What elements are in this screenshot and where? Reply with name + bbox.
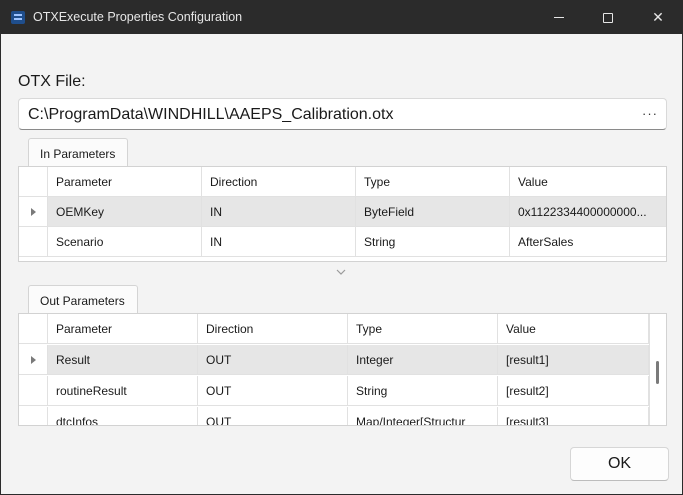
otx-file-path: C:\ProgramData\WINDHILL\AAEPS_Calibratio… — [28, 106, 394, 123]
scrollbar-thumb[interactable] — [656, 361, 659, 384]
app-icon — [11, 11, 25, 24]
out-parameters-grid: Parameter Direction Type Value Result OU… — [18, 313, 667, 426]
cell-type[interactable]: Integer — [348, 345, 498, 375]
grid-header-row: Parameter Direction Type Value — [19, 314, 649, 344]
column-header-direction[interactable]: Direction — [202, 167, 356, 197]
cell-direction[interactable]: IN — [202, 227, 356, 257]
maximize-button[interactable] — [585, 1, 631, 34]
row-header-corner — [19, 314, 48, 344]
properties-dialog: OTXExecute Properties Configuration ✕ OT… — [0, 0, 683, 495]
cell-value[interactable]: AfterSales — [510, 227, 666, 257]
otx-file-label: OTX File: — [18, 73, 86, 90]
cell-direction[interactable]: OUT — [198, 407, 348, 425]
cell-type[interactable]: String — [348, 376, 498, 406]
ok-button[interactable]: OK — [570, 447, 669, 481]
row-indicator[interactable] — [19, 407, 48, 425]
window-title: OTXExecute Properties Configuration — [33, 10, 243, 24]
cell-parameter[interactable]: dtcInfos — [48, 407, 198, 425]
row-indicator[interactable] — [19, 376, 48, 406]
current-row-icon — [30, 207, 36, 216]
table-row[interactable]: dtcInfos OUT Map/Integer[Structur [resul… — [19, 407, 649, 425]
table-row[interactable]: Result OUT Integer [result1] — [19, 345, 649, 375]
close-icon: ✕ — [652, 9, 664, 25]
cell-direction[interactable]: OUT — [198, 345, 348, 375]
column-header-type[interactable]: Type — [348, 314, 498, 344]
cell-parameter[interactable]: Scenario — [48, 227, 202, 257]
cell-value[interactable]: [result1] — [498, 345, 649, 375]
grid-header-row: Parameter Direction Type Value — [19, 167, 666, 197]
browse-ellipsis-icon[interactable]: ··· — [642, 106, 658, 121]
cell-direction[interactable]: IN — [202, 197, 356, 227]
cell-type[interactable]: Map/Integer[Structur — [348, 407, 498, 425]
column-header-type[interactable]: Type — [356, 167, 510, 197]
close-button[interactable]: ✕ — [635, 1, 681, 34]
column-header-value[interactable]: Value — [498, 314, 649, 344]
minimize-icon — [554, 17, 564, 18]
column-header-value[interactable]: Value — [510, 167, 666, 197]
tab-in-parameters[interactable]: In Parameters — [28, 138, 128, 167]
vertical-scrollbar[interactable] — [649, 314, 666, 425]
otx-file-field[interactable]: C:\ProgramData\WINDHILL\AAEPS_Calibratio… — [18, 98, 667, 130]
row-indicator[interactable] — [19, 197, 48, 227]
tab-out-parameters[interactable]: Out Parameters — [28, 285, 138, 314]
row-header-corner — [19, 167, 48, 197]
column-header-direction[interactable]: Direction — [198, 314, 348, 344]
column-header-parameter[interactable]: Parameter — [48, 167, 202, 197]
row-indicator[interactable] — [19, 345, 48, 375]
cell-value[interactable]: [result3] — [498, 407, 649, 425]
column-header-parameter[interactable]: Parameter — [48, 314, 198, 344]
minimize-button[interactable] — [536, 1, 582, 34]
chevron-down-icon[interactable] — [336, 267, 346, 277]
cell-type[interactable]: ByteField — [356, 197, 510, 227]
title-bar[interactable]: OTXExecute Properties Configuration ✕ — [1, 1, 682, 34]
cell-value[interactable]: [result2] — [498, 376, 649, 406]
cell-type[interactable]: String — [356, 227, 510, 257]
cell-direction[interactable]: OUT — [198, 376, 348, 406]
cell-value[interactable]: 0x1122334400000000... — [510, 197, 666, 227]
in-parameters-grid: Parameter Direction Type Value OEMKey IN… — [18, 166, 667, 262]
row-indicator[interactable] — [19, 227, 48, 257]
table-row[interactable]: routineResult OUT String [result2] — [19, 376, 649, 406]
table-row[interactable]: Scenario IN String AfterSales — [19, 227, 666, 257]
table-row[interactable]: OEMKey IN ByteField 0x1122334400000000..… — [19, 197, 666, 227]
cell-parameter[interactable]: Result — [48, 345, 198, 375]
cell-parameter[interactable]: routineResult — [48, 376, 198, 406]
maximize-icon — [603, 12, 613, 23]
current-row-icon — [30, 355, 36, 364]
cell-parameter[interactable]: OEMKey — [48, 197, 202, 227]
